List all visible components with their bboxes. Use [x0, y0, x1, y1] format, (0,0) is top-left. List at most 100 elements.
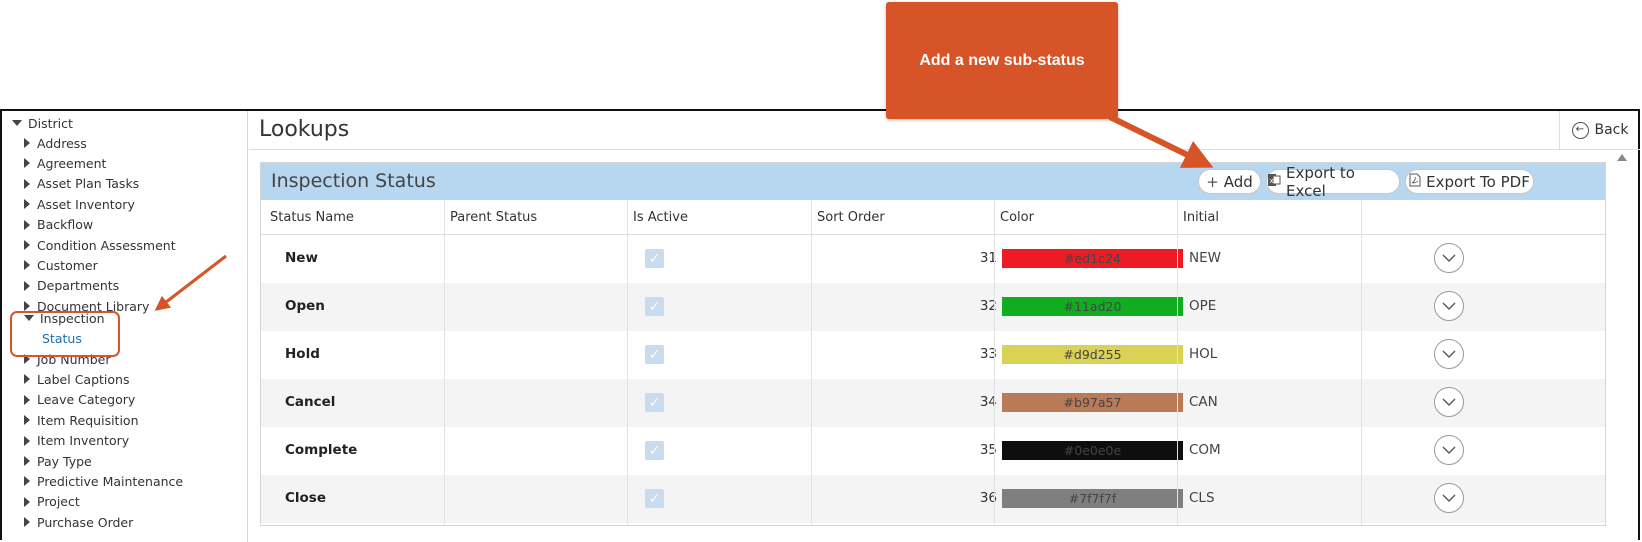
sidebar-item-label: Customer [37, 257, 98, 273]
sidebar-item[interactable]: Customer [24, 256, 98, 274]
is-active-checkbox[interactable]: ✓ [645, 441, 664, 460]
chevron-down-icon [1442, 494, 1456, 502]
col-color[interactable]: Color [1000, 200, 1034, 234]
chevron-down-icon [1442, 446, 1456, 454]
color-swatch: #0e0e0e [1002, 441, 1183, 460]
column-divider [994, 200, 995, 526]
sidebar-item[interactable]: Predictive Maintenance [24, 472, 183, 490]
status-name-cell: Complete [285, 442, 358, 458]
is-active-checkbox[interactable]: ✓ [645, 345, 664, 364]
sort-order-cell: 36 [979, 490, 997, 506]
col-parent-status[interactable]: Parent Status [450, 200, 537, 234]
column-divider [627, 200, 628, 526]
caret-right-icon [24, 178, 30, 189]
initial-cell: COM [1189, 442, 1221, 458]
caret-right-icon [24, 219, 30, 230]
sidebar-item-label: Asset Inventory [37, 196, 135, 212]
caret-right-icon [24, 199, 30, 210]
plus-icon: + [1206, 172, 1219, 191]
table-row[interactable]: Hold ✓ 33 #d9d255 HOL [261, 331, 1605, 379]
col-is-active[interactable]: Is Active [633, 200, 688, 234]
sidebar-item[interactable]: Item Requisition [24, 411, 139, 429]
export-pdf-button[interactable]: Export To PDF [1405, 169, 1534, 194]
color-swatch: #ed1c24 [1002, 249, 1183, 268]
sidebar-item[interactable]: Asset Inventory [24, 195, 135, 213]
export-pdf-label: Export To PDF [1426, 172, 1530, 191]
sidebar-item-label: Departments [37, 278, 120, 294]
is-active-checkbox[interactable]: ✓ [645, 393, 664, 412]
expand-row-button[interactable] [1434, 339, 1464, 369]
color-swatch: #11ad20 [1002, 297, 1183, 316]
column-divider [444, 200, 445, 526]
export-excel-button[interactable]: x Export to Excel [1266, 164, 1400, 200]
caret-right-icon [24, 415, 30, 426]
is-active-checkbox[interactable]: ✓ [645, 297, 664, 316]
expand-row-button[interactable] [1434, 435, 1464, 465]
back-button[interactable]: ← Back [1559, 111, 1640, 149]
sidebar-item[interactable]: Agreement [24, 154, 106, 172]
table-row[interactable]: Open ✓ 32 #11ad20 OPE [261, 283, 1605, 331]
caret-right-icon [24, 394, 30, 405]
table-row[interactable]: Close ✓ 36 #7f7f7f CLS [261, 475, 1605, 523]
sidebar-item[interactable]: Condition Assessment [24, 236, 176, 254]
pdf-icon [1409, 173, 1421, 191]
svg-text:x: x [1270, 177, 1274, 185]
col-sort-order[interactable]: Sort Order [817, 200, 885, 234]
tree-root[interactable]: District [12, 114, 73, 132]
sidebar-item-label: Condition Assessment [37, 237, 176, 253]
export-excel-label: Export to Excel [1286, 163, 1355, 200]
sidebar-item-label: Agreement [37, 155, 107, 171]
caret-right-icon [24, 280, 30, 291]
expand-row-button[interactable] [1434, 291, 1464, 321]
sidebar-item-label: Predictive Maintenance [37, 473, 184, 489]
expand-row-button[interactable] [1434, 483, 1464, 513]
page-title: Lookups [259, 117, 350, 142]
caret-right-icon [24, 138, 30, 148]
sidebar-item[interactable]: Label Captions [24, 370, 129, 388]
tree-root-label: District [28, 115, 73, 131]
add-label: Add [1223, 172, 1253, 191]
add-button[interactable]: + Add [1198, 169, 1261, 194]
column-divider [811, 200, 812, 526]
sort-order-cell: 34 [979, 394, 997, 410]
color-swatch: #7f7f7f [1002, 489, 1183, 508]
sidebar-item[interactable]: Purchase Order [24, 513, 133, 531]
sidebar-item[interactable]: Asset Plan Tasks [24, 175, 139, 193]
table-row[interactable]: Cancel ✓ 34 #b97a57 CAN [261, 379, 1605, 427]
table-row[interactable]: New ✓ 31 #ed1c24 NEW [261, 235, 1605, 283]
sidebar-item[interactable]: Backflow [24, 216, 93, 234]
caret-right-icon [24, 456, 30, 466]
sidebar-item[interactable]: Item Inventory [24, 432, 129, 450]
caret-right-icon [24, 240, 30, 250]
color-swatch: #b97a57 [1002, 393, 1183, 412]
scroll-up-arrow[interactable] [1617, 154, 1627, 161]
sidebar-item[interactable]: Project [24, 493, 80, 511]
expand-row-button[interactable] [1434, 387, 1464, 417]
caret-right-icon [24, 435, 30, 446]
sidebar-item-label: Backflow [37, 217, 94, 233]
initial-cell: NEW [1189, 250, 1221, 266]
col-initial[interactable]: Initial [1183, 200, 1219, 234]
sidebar-item[interactable]: Pay Type [24, 452, 92, 470]
sort-order-cell: 35 [979, 442, 997, 458]
is-active-checkbox[interactable]: ✓ [645, 489, 664, 508]
chevron-down-icon [1442, 302, 1456, 310]
sidebar-item[interactable]: Departments [24, 277, 119, 295]
initial-cell: CAN [1189, 394, 1218, 410]
excel-icon: x [1267, 173, 1281, 191]
initial-cell: OPE [1189, 298, 1217, 314]
sidebar-item-label: Address [37, 135, 87, 151]
sidebar-item[interactable]: Leave Category [24, 391, 135, 409]
col-status-name[interactable]: Status Name [270, 200, 354, 234]
back-label: Back [1594, 122, 1629, 138]
caret-right-icon [24, 517, 30, 528]
sidebar-item[interactable]: Address [24, 134, 87, 152]
callout-box: Add a new sub-status [886, 2, 1118, 119]
sidebar-item-label: Purchase Order [37, 514, 134, 530]
highlight-box [10, 311, 120, 357]
expand-row-button[interactable] [1434, 243, 1464, 273]
is-active-checkbox[interactable]: ✓ [645, 249, 664, 268]
table-row[interactable]: Complete ✓ 35 #0e0e0e COM [261, 427, 1605, 475]
sort-order-cell: 31 [979, 250, 997, 266]
status-name-cell: Close [285, 490, 327, 506]
